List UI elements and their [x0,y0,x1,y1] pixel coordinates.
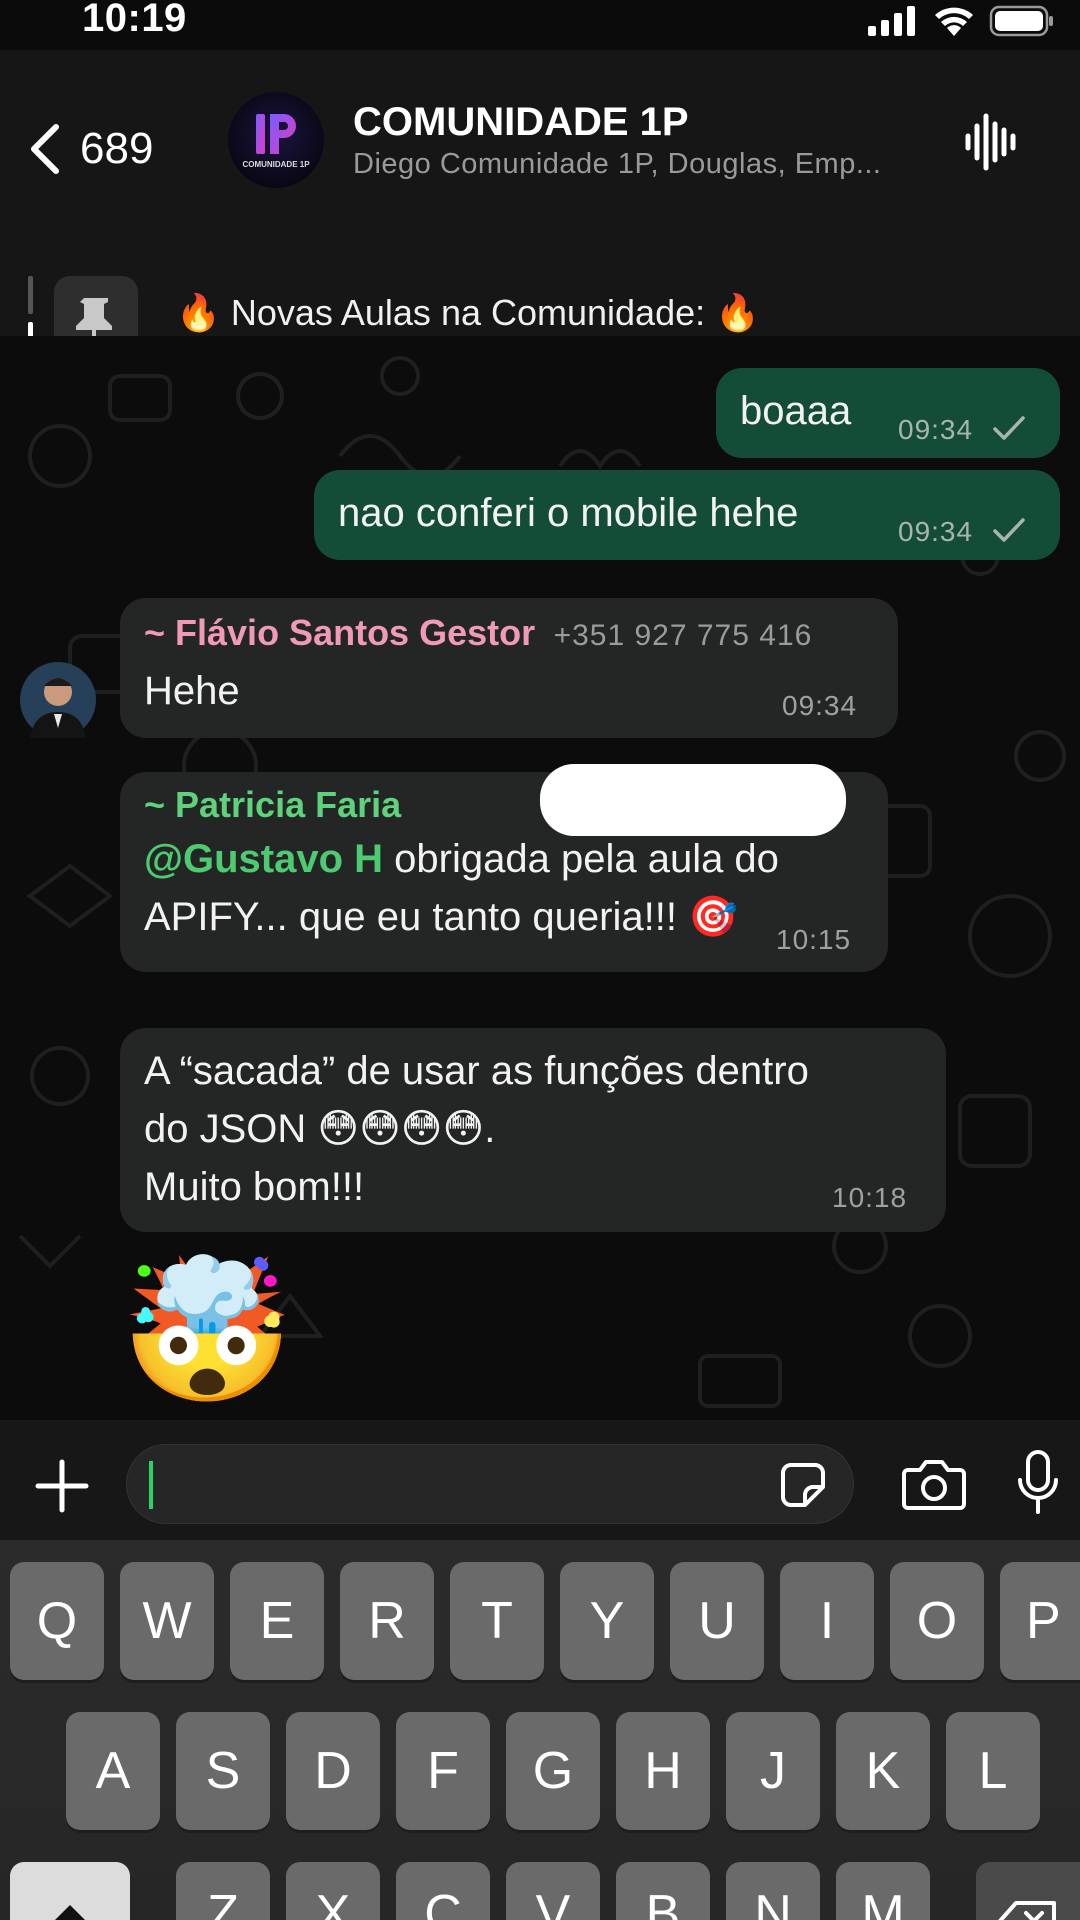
backspace-key[interactable] [976,1862,1080,1920]
mention[interactable]: @Gustavo H [144,837,383,881]
message-time: 09:34 [898,516,974,547]
key-g[interactable]: G [506,1712,600,1830]
incoming-message[interactable]: ~ Flávio Santos Gestor +351 927 775 416 … [120,598,898,738]
status-bar: 10:19 [0,0,1080,50]
pinned-text: 🔥 Novas Aulas na Comunidade: 🔥 [176,292,760,333]
redaction-box [540,764,846,836]
outgoing-message[interactable]: boaaa 09:34 [716,368,1060,458]
waveform-icon[interactable] [964,112,1018,172]
key-v[interactable]: V [506,1862,600,1920]
key-d[interactable]: D [286,1712,380,1830]
message-line-2: APIFY... que eu tanto queria!!! 🎯 [144,895,738,939]
single-check-icon [993,518,1025,542]
key-z[interactable]: Z [176,1862,270,1920]
signal-icon [868,6,915,36]
key-y[interactable]: Y [560,1562,654,1680]
key-n[interactable]: N [726,1862,820,1920]
camera-icon[interactable] [902,1458,966,1510]
sticker-icon[interactable] [779,1461,827,1509]
message-input[interactable] [126,1444,854,1524]
sender-phone: +351 927 775 416 [553,619,813,652]
svg-text:COMUNIDADE 1P: COMUNIDADE 1P [242,160,310,169]
key-l[interactable]: L [946,1712,1040,1830]
message-time: 10:18 [832,1182,908,1213]
status-icons [868,5,1053,37]
group-avatar[interactable]: COMUNIDADE 1P [228,92,324,188]
group-logo: COMUNIDADE 1P [242,114,310,169]
message-composer [0,1420,1080,1540]
unread-count: 689 [80,124,154,173]
key-m[interactable]: M [836,1862,930,1920]
message-time: 09:34 [782,690,858,721]
message-line-1: @Gustavo H obrigada pela aula do [144,837,779,881]
backspace-icon [998,1901,1056,1920]
key-s[interactable]: S [176,1712,270,1830]
message-text: boaaa [740,389,852,433]
sender-name[interactable]: ~ Flávio Santos Gestor [144,612,535,653]
key-e[interactable]: E [230,1562,324,1680]
group-title[interactable]: COMUNIDADE 1P [353,100,689,145]
message-line-3: Muito bom!!! [144,1165,365,1209]
key-t[interactable]: T [450,1562,544,1680]
group-members[interactable]: Diego Comunidade 1P, Douglas, Emp... [353,148,882,181]
battery-icon [989,5,1053,37]
single-check-icon [993,416,1025,440]
key-p[interactable]: P [1000,1562,1080,1680]
key-j[interactable]: J [726,1712,820,1830]
on-screen-keyboard: Q W E R T Y U I O P A S D F G H J K L Z … [0,1540,1080,1920]
message-time: 10:15 [776,924,852,955]
chat-header: 689 COMUNIDADE 1P COMUNIDADE 1P Diego Co… [0,50,1080,360]
chat-area[interactable]: boaaa 09:34 nao conferi o mobile hehe 09… [0,336,1080,1420]
key-o[interactable]: O [890,1562,984,1680]
shift-key[interactable] [10,1862,130,1920]
message-time: 09:34 [898,414,974,445]
message-line-2: do JSON 😳😳😳😳. [144,1107,496,1151]
key-k[interactable]: K [836,1712,930,1830]
back-button[interactable]: 689 [28,114,153,184]
sender-name[interactable]: ~ Patricia Faria [144,784,401,826]
key-i[interactable]: I [780,1562,874,1680]
key-x[interactable]: X [286,1862,380,1920]
key-h[interactable]: H [616,1712,710,1830]
key-a[interactable]: A [66,1712,160,1830]
back-chevron-icon [31,124,59,174]
emoji-message[interactable]: 🤯 [120,1256,294,1406]
key-w[interactable]: W [120,1562,214,1680]
message-line-1: A “sacada” de usar as funções dentro [144,1049,809,1093]
microphone-icon[interactable] [1016,1450,1060,1516]
key-u[interactable]: U [670,1562,764,1680]
plus-icon[interactable] [34,1458,90,1514]
key-q[interactable]: Q [10,1562,104,1680]
status-time: 10:19 [82,0,187,40]
key-r[interactable]: R [340,1562,434,1680]
key-b[interactable]: B [616,1862,710,1920]
key-c[interactable]: C [396,1862,490,1920]
sender-avatar[interactable] [20,662,96,738]
key-f[interactable]: F [396,1712,490,1830]
pinned-message-bar[interactable]: 🔥 Novas Aulas na Comunidade: 🔥 [0,250,1080,360]
incoming-message[interactable]: A “sacada” de usar as funções dentro do … [120,1028,946,1232]
text-caret [149,1461,153,1509]
message-text: nao conferi o mobile hehe [338,491,799,535]
wifi-icon [935,7,973,36]
message-text: Hehe [144,669,240,713]
outgoing-message[interactable]: nao conferi o mobile hehe 09:34 [314,470,1060,560]
shift-icon [55,1905,85,1920]
